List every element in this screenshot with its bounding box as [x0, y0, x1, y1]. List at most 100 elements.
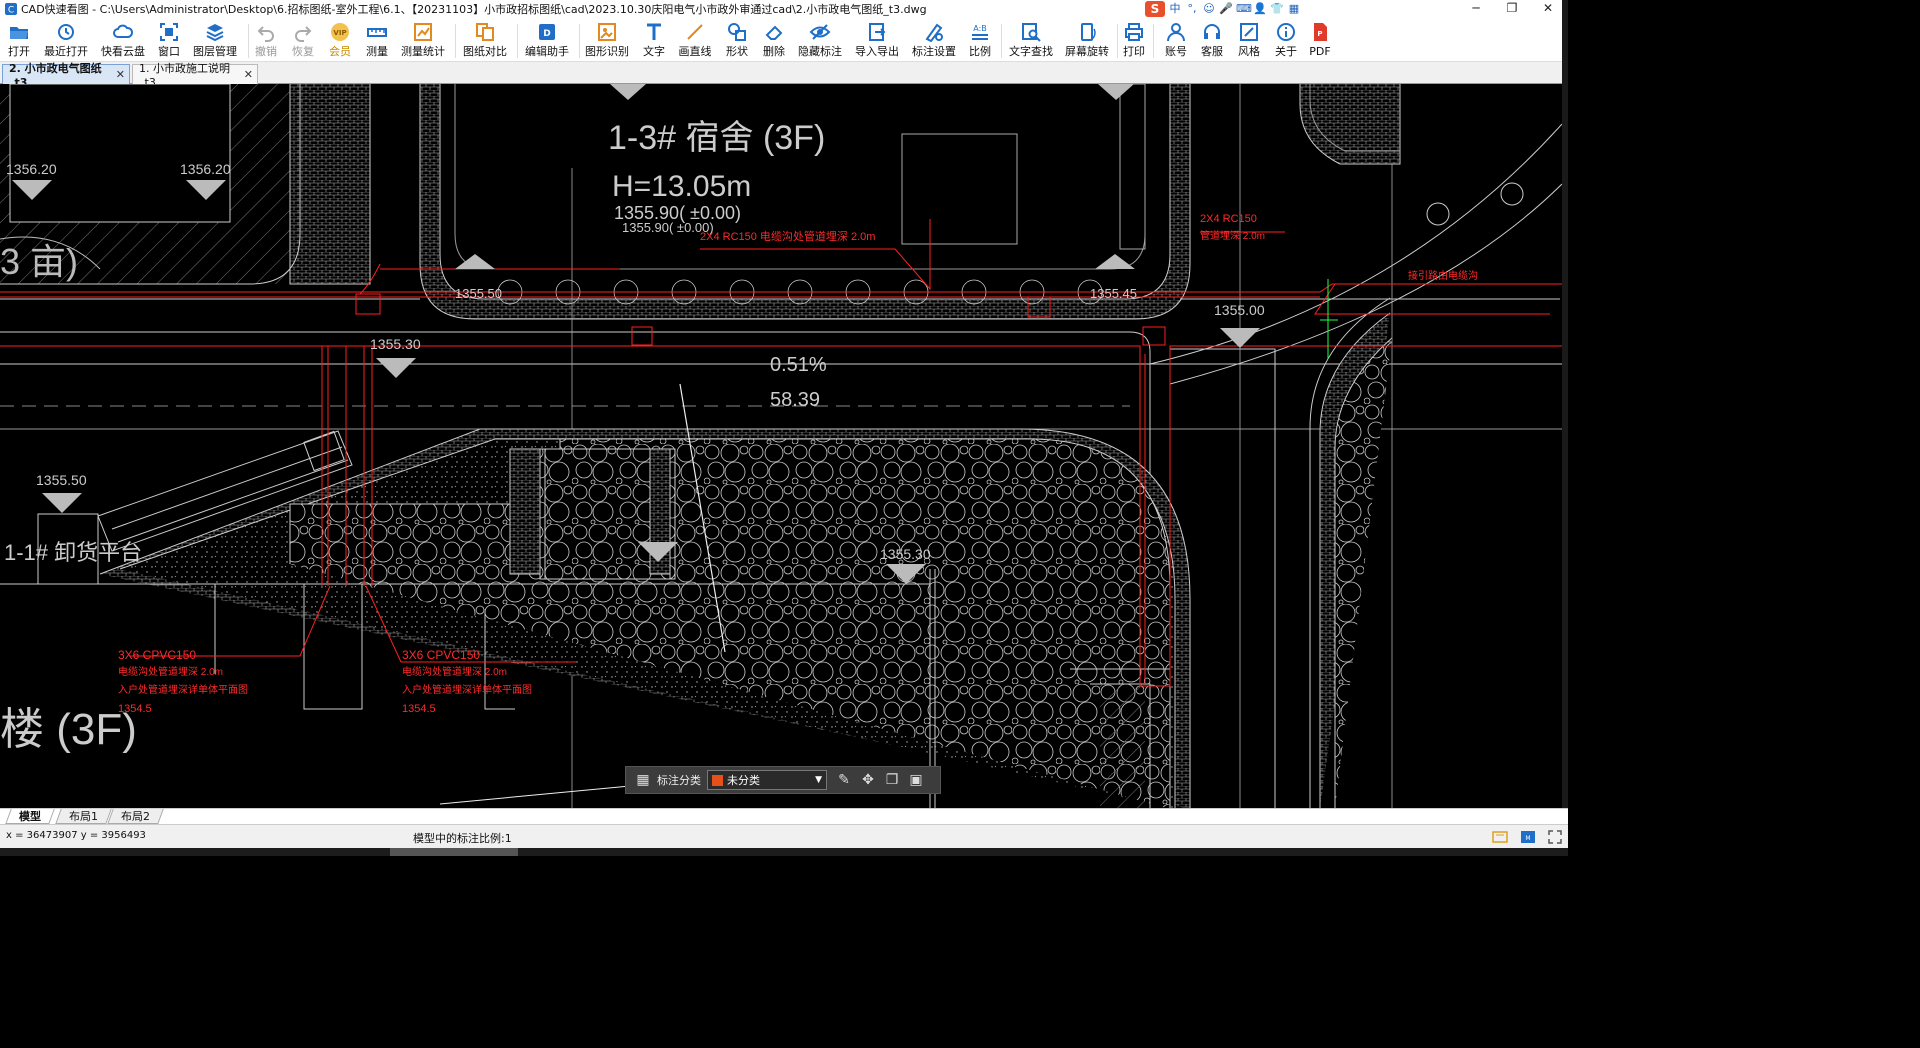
scale-button[interactable]: A:B 比例 — [968, 21, 992, 61]
draw-line-button[interactable]: 画直线 — [679, 21, 712, 61]
measure-stats-button[interactable]: 测量统计 — [401, 21, 445, 61]
ime-toolbar[interactable]: S 中 °, ☺ 🎤 ⌨ 👤 👕 ▦ — [1145, 1, 1301, 17]
move-icon[interactable]: ✥ — [858, 770, 878, 790]
edit-assistant-button[interactable]: D 编辑助手 — [525, 21, 569, 61]
fullscreen-icon[interactable] — [1547, 829, 1563, 845]
ime-keyboard-icon[interactable]: ⌨ — [1236, 2, 1252, 16]
cable-spec-label: 3X6 CPVC150 — [402, 648, 480, 662]
model-view-icon[interactable]: M — [1520, 829, 1536, 845]
grid-icon[interactable]: ▦ — [633, 770, 653, 790]
cloud-icon — [113, 24, 134, 38]
customer-service-button[interactable]: 客服 — [1200, 21, 1224, 61]
toolbar-separator — [517, 24, 518, 58]
elevation-label: 1355.50 — [36, 472, 87, 488]
shape-button[interactable]: 形状 — [725, 21, 749, 61]
svg-text:3 亩): 3 亩) — [0, 241, 78, 282]
close-tab-icon[interactable]: ✕ — [116, 68, 125, 81]
maximize-button[interactable]: ❐ — [1494, 0, 1530, 18]
main-toolbar: 打开 最近打开 快看云盘 窗口 图层管理 撤销 恢复 VIP 会员 测量 测量统… — [0, 18, 1568, 76]
pdf-button[interactable]: P PDF — [1309, 21, 1331, 61]
annotation-settings-button[interactable]: 标注设置 — [912, 21, 956, 61]
slope-label: 0.51% — [770, 354, 827, 376]
pdf-icon: P — [1314, 23, 1327, 41]
cable-route-label: 接引路由电缆沟 — [1408, 269, 1478, 282]
ime-user-icon[interactable]: 👤 — [1253, 2, 1267, 16]
sogou-logo-icon[interactable]: S — [1145, 1, 1165, 17]
ime-lang-icon[interactable]: 中 — [1168, 2, 1182, 16]
style-button[interactable]: 风格 — [1237, 21, 1261, 61]
window-button[interactable]: 窗口 — [157, 21, 181, 61]
undo-button[interactable]: 撤销 — [255, 21, 277, 61]
cloud-disk-button[interactable]: 快看云盘 — [101, 21, 145, 61]
account-button[interactable]: 账号 — [1164, 21, 1188, 61]
app-logo-icon: C — [5, 3, 17, 16]
shape-recognize-button[interactable]: 图形识别 — [585, 21, 629, 61]
rotate-icon — [1081, 23, 1096, 41]
annotation-category-label: 标注分类 — [657, 774, 701, 787]
printer-icon — [1125, 23, 1143, 41]
open-button[interactable]: 打开 — [6, 21, 32, 61]
close-tab-icon[interactable]: ✕ — [244, 68, 253, 81]
account-icon — [1167, 23, 1185, 42]
toolbar-separator — [1001, 24, 1002, 58]
minimize-button[interactable]: ─ — [1458, 0, 1494, 18]
toolbar-separator — [248, 24, 249, 58]
undo-icon — [257, 26, 274, 42]
edit-icon[interactable]: ✎ — [834, 770, 854, 790]
print-button[interactable]: 打印 — [1123, 21, 1145, 61]
cable-note-label: 入户处管道埋深详单体平面图 — [118, 683, 248, 696]
tab-construction-notes[interactable]: 1. 小市政施工说明_t3 ✕ — [132, 62, 258, 89]
ime-emoji-icon[interactable]: ☺ — [1202, 2, 1216, 16]
vertical-scrollbar[interactable] — [1562, 0, 1568, 808]
title-bar: C CAD快速看图 - C:\Users\Administrator\Deskt… — [0, 0, 1568, 18]
svg-text:VIP: VIP — [333, 29, 346, 37]
tab-layout2[interactable]: 布局2 — [107, 809, 164, 824]
layer-manager-button[interactable]: 图层管理 — [193, 21, 237, 61]
cable-depth-label: 电缆沟处管道埋深 2.0m — [118, 665, 223, 678]
text-button[interactable]: 文字 — [643, 21, 665, 61]
copy-icon[interactable]: ❐ — [882, 770, 902, 790]
redo-button[interactable]: 恢复 — [292, 21, 314, 61]
elevation-label: 1355.00 — [1214, 302, 1265, 318]
edit-assistant-icon: D — [539, 24, 555, 40]
drawing-canvas[interactable]: 3 亩) 1-3# 宿舍 (3F) H=13.05m 1355.90(±0.0… — [0, 84, 1562, 808]
hide-annotation-button[interactable]: 隐藏标注 — [798, 21, 842, 61]
close-button[interactable]: ✕ — [1530, 0, 1566, 18]
tab-electrical-drawing[interactable]: 2. 小市政电气图纸_t3 ✕ — [2, 62, 130, 89]
building-label: 楼 (3F) — [0, 705, 137, 754]
text-search-button[interactable]: 文字查找 — [1009, 21, 1053, 61]
shape-recognize-icon — [598, 23, 616, 41]
vip-button[interactable]: VIP 会员 — [329, 21, 351, 61]
taskbar-strip — [0, 848, 1568, 856]
ime-voice-icon[interactable]: 🎤 — [1219, 2, 1233, 16]
window-select-icon — [160, 23, 178, 41]
length-label: 58.39 — [770, 389, 820, 411]
about-button[interactable]: 关于 — [1274, 21, 1298, 61]
text-search-icon — [1022, 23, 1041, 42]
annotation-category-select[interactable]: 未分类 ▼ — [707, 770, 827, 790]
measure-button[interactable]: 测量 — [366, 21, 388, 61]
compare-button[interactable]: 图纸对比 — [463, 21, 507, 61]
cad-drawing: 3 亩) 1-3# 宿舍 (3F) H=13.05m 1355.90(±0.0… — [0, 84, 1562, 808]
eye-hide-icon — [809, 24, 831, 40]
eraser-icon — [765, 25, 783, 40]
paste-icon[interactable]: ▣ — [906, 770, 926, 790]
tab-model[interactable]: 模型 — [5, 809, 55, 824]
vip-icon: VIP — [331, 23, 349, 41]
tab-layout1[interactable]: 布局1 — [55, 809, 112, 824]
platform-label: 1-1# 卸货平台 — [4, 540, 142, 565]
building-label: 1-3# 宿舍 (3F) — [608, 119, 825, 157]
import-export-button[interactable]: 导入导出 — [855, 21, 899, 61]
ime-skin-icon[interactable]: 👕 — [1270, 2, 1284, 16]
ime-menu-icon[interactable]: ▦ — [1287, 2, 1301, 16]
delete-button[interactable]: 删除 — [762, 21, 786, 61]
layers-icon — [206, 24, 224, 42]
screen-rotate-button[interactable]: 屏幕旋转 — [1065, 21, 1109, 61]
scale-icon: A:B — [972, 24, 988, 40]
svg-text:M: M — [1525, 835, 1530, 842]
ime-punct-icon[interactable]: °, — [1185, 2, 1199, 16]
cable-spec-label: 2X4 RC150 — [1200, 213, 1257, 225]
recent-open-button[interactable]: 最近打开 — [44, 21, 88, 61]
style-icon — [1240, 23, 1258, 41]
layout-view-icon[interactable] — [1492, 829, 1508, 845]
